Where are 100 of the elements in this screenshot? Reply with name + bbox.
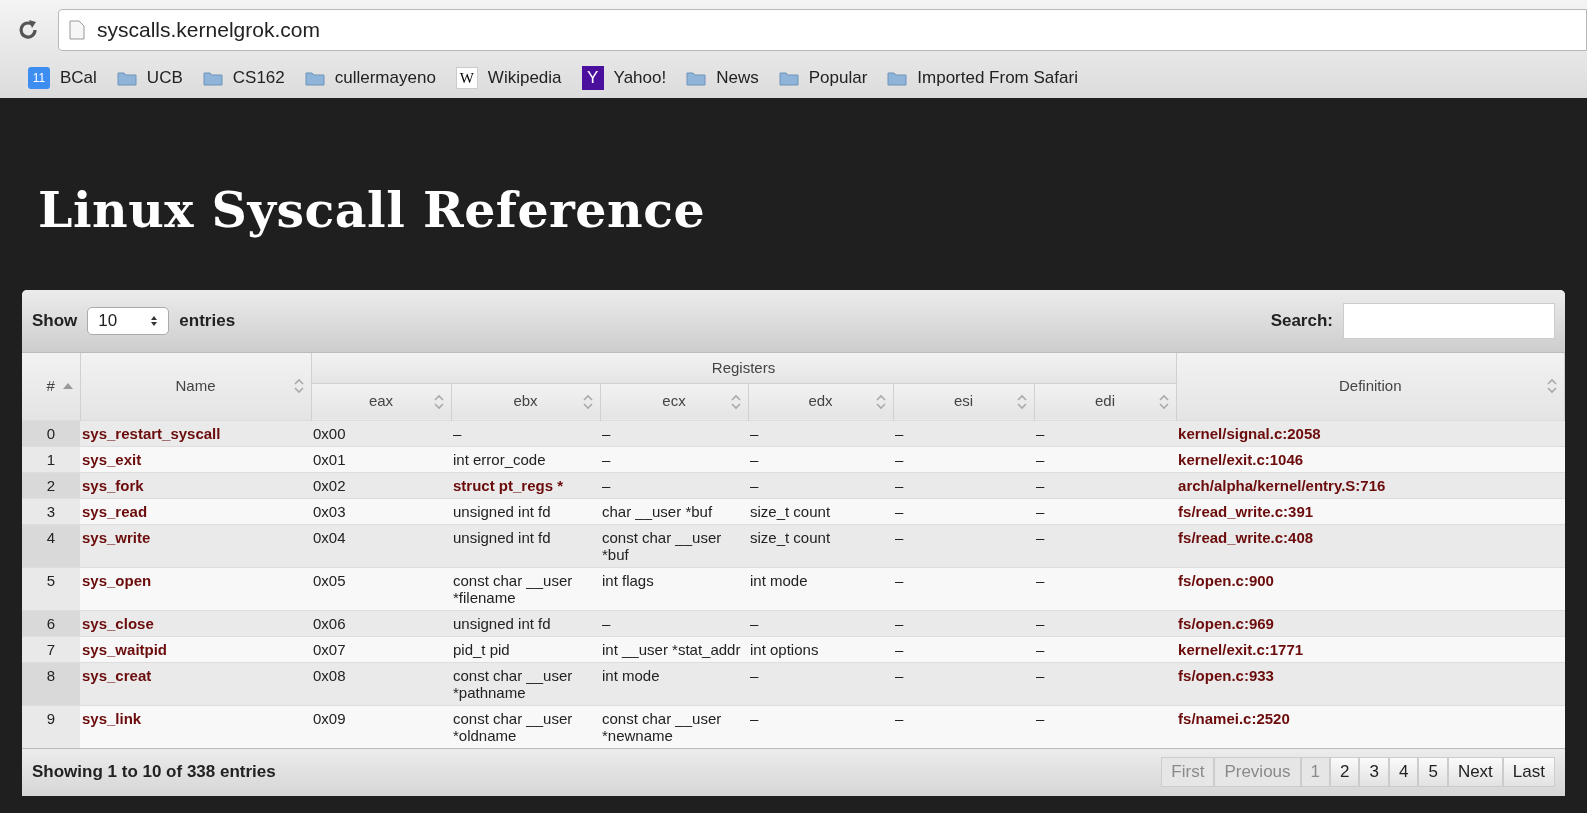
bookmark[interactable]: cullermayeno [304, 65, 436, 91]
pagination-button[interactable]: 5 [1418, 757, 1448, 787]
column-header[interactable]: Definition [1176, 353, 1565, 420]
sort-icon [1015, 393, 1028, 410]
sort-icon [292, 378, 305, 395]
row-number: 1 [22, 446, 80, 472]
folder-icon [686, 70, 707, 86]
register-cell: – [893, 636, 1034, 662]
register-cell: – [1034, 610, 1177, 636]
pagination-button[interactable]: Next [1447, 757, 1503, 787]
syscall-name-link[interactable]: sys_creat [80, 662, 311, 705]
column-header[interactable]: esi [893, 383, 1034, 420]
column-header[interactable]: Name [80, 353, 311, 420]
bookmark[interactable]: 11 BCal [28, 65, 97, 91]
entries-label: entries [179, 310, 236, 333]
syscall-name-link[interactable]: sys_fork [80, 472, 311, 498]
register-cell: – [600, 446, 748, 472]
register-cell: – [600, 472, 748, 498]
syscall-name-link[interactable]: sys_write [80, 524, 311, 567]
syscall-name-link[interactable]: sys_link [80, 705, 311, 748]
register-link[interactable]: struct pt_regs * [451, 472, 600, 498]
pagination-button[interactable]: 4 [1388, 757, 1419, 787]
syscall-name-link[interactable]: sys_restart_syscall [80, 420, 311, 446]
definition-link[interactable]: fs/read_write.c:391 [1176, 498, 1565, 524]
definition-link[interactable]: kernel/signal.c:2058 [1176, 420, 1565, 446]
syscall-name-link[interactable]: sys_read [80, 498, 311, 524]
select-arrows-icon [150, 315, 159, 327]
register-cell: – [748, 662, 893, 705]
registers-group-header: Registers [311, 353, 1177, 383]
column-header[interactable]: edx [748, 383, 893, 420]
reload-icon[interactable] [16, 18, 40, 42]
sort-icon [581, 393, 594, 410]
register-cell: 0x08 [311, 662, 451, 705]
register-cell: 0x00 [311, 420, 451, 446]
bookmark-label: Wikipedia [487, 67, 562, 90]
register-cell: – [1034, 472, 1177, 498]
column-header[interactable]: edi [1034, 383, 1177, 420]
row-number: 7 [22, 636, 80, 662]
register-cell: 0x09 [311, 705, 451, 748]
register-cell: 0x01 [311, 446, 451, 472]
register-cell: – [1034, 705, 1177, 748]
bookmark-label: News [716, 67, 759, 90]
sort-icon [1546, 378, 1558, 395]
definition-link[interactable]: fs/open.c:933 [1176, 662, 1565, 705]
register-cell: – [748, 610, 893, 636]
register-cell: – [1034, 524, 1177, 567]
register-cell: unsigned int fd [451, 524, 600, 567]
bookmark[interactable]: Imported From Safari [887, 65, 1078, 91]
column-header[interactable]: ebx [451, 383, 600, 420]
register-cell: const char __user *newname [600, 705, 748, 748]
folder-icon [887, 70, 908, 86]
pagination-button[interactable]: 3 [1359, 757, 1389, 787]
definition-link[interactable]: arch/alpha/kernel/entry.S:716 [1176, 472, 1565, 498]
syscall-name-link[interactable]: sys_open [80, 567, 311, 610]
register-cell: const char __user *oldname [451, 705, 600, 748]
column-header[interactable]: eax [311, 383, 451, 420]
definition-link[interactable]: fs/namei.c:2520 [1176, 705, 1565, 748]
column-header[interactable]: ecx [600, 383, 748, 420]
row-number: 6 [22, 610, 80, 636]
bookmark[interactable]: CS162 [202, 65, 285, 91]
definition-link[interactable]: fs/open.c:900 [1176, 567, 1565, 610]
register-cell: int __user *stat_addr [600, 636, 748, 662]
entries-select[interactable]: 10 [87, 307, 170, 335]
register-cell: int mode [748, 567, 893, 610]
definition-link[interactable]: kernel/exit.c:1771 [1176, 636, 1565, 662]
syscall-name-link[interactable]: sys_waitpid [80, 636, 311, 662]
bookmark-label: Yahoo! [613, 67, 667, 90]
register-cell: – [893, 610, 1034, 636]
definition-link[interactable]: kernel/exit.c:1046 [1176, 446, 1565, 472]
page-title: Linux Syscall Reference [38, 180, 707, 240]
register-cell: int mode [600, 662, 748, 705]
page-icon [69, 20, 85, 40]
register-cell: – [1034, 636, 1177, 662]
row-number: 4 [22, 524, 80, 567]
definition-link[interactable]: fs/open.c:969 [1176, 610, 1565, 636]
folder-icon [304, 70, 325, 86]
syscall-name-link[interactable]: sys_exit [80, 446, 311, 472]
wikipedia-icon: W [455, 67, 478, 89]
register-cell: – [893, 446, 1034, 472]
bookmark[interactable]: Y Yahoo! [581, 65, 667, 91]
bookmark[interactable]: Popular [778, 65, 868, 91]
syscall-name-link[interactable]: sys_close [80, 610, 311, 636]
bookmark[interactable]: W Wikipedia [455, 65, 562, 91]
register-cell: unsigned int fd [451, 498, 600, 524]
search-field[interactable] [1343, 303, 1555, 339]
pagination-button[interactable]: 2 [1330, 757, 1360, 787]
address-bar[interactable]: syscalls.kernelgrok.com [58, 9, 1587, 51]
bookmark-label: cullermayeno [334, 67, 436, 90]
column-header[interactable]: # [22, 353, 80, 420]
register-cell: 0x02 [311, 472, 451, 498]
bookmark-label: CS162 [232, 67, 285, 90]
bookmark[interactable]: UCB [116, 65, 183, 91]
row-number: 5 [22, 567, 80, 610]
bookmark[interactable]: News [686, 65, 759, 91]
register-cell: int options [748, 636, 893, 662]
sort-icon [1157, 393, 1170, 410]
definition-link[interactable]: fs/read_write.c:408 [1176, 524, 1565, 567]
register-cell: 0x07 [311, 636, 451, 662]
pagination-button[interactable]: Last [1502, 757, 1555, 787]
register-cell: – [893, 420, 1034, 446]
